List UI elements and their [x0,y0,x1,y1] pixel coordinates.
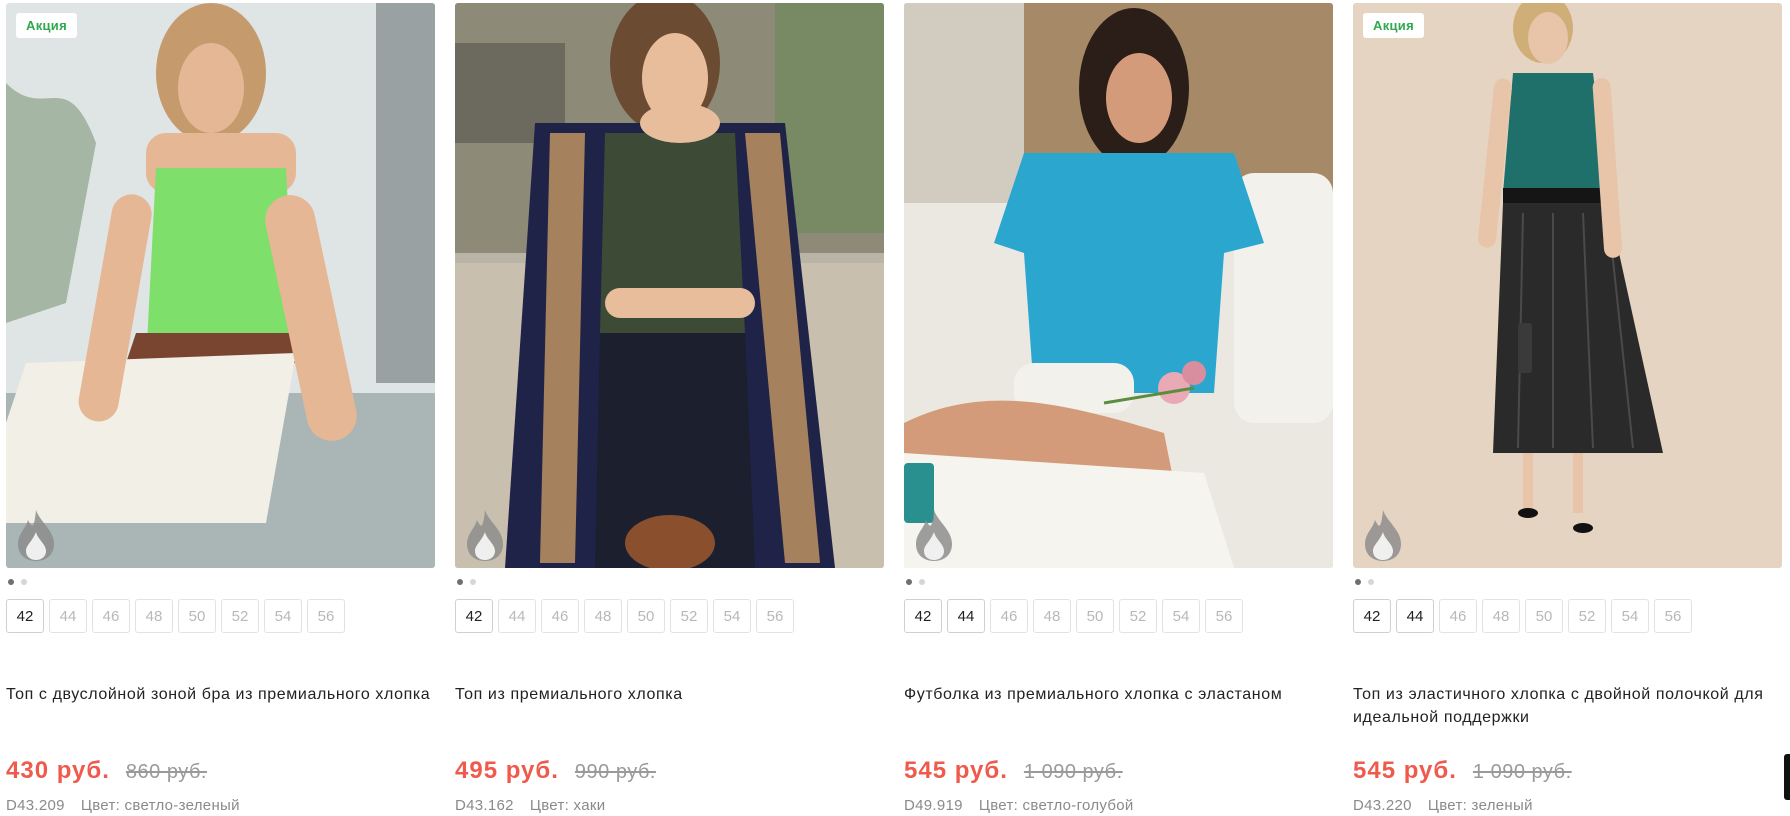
size-selector: 42 44 46 48 50 52 54 56 [6,599,435,633]
fire-icon [18,510,54,561]
size-option[interactable]: 56 [1205,599,1243,633]
size-option[interactable]: 50 [178,599,216,633]
product-card[interactable]: Акция 42 44 46 48 50 52 54 56 Топ с двус… [6,3,435,814]
size-option[interactable]: 52 [670,599,708,633]
pagination-dot[interactable] [919,579,925,585]
size-option[interactable]: 56 [756,599,794,633]
old-price: 860 руб. [125,761,207,783]
old-price: 990 руб. [574,761,656,783]
product-title[interactable]: Топ из премиального хлопка [455,683,884,749]
size-option[interactable]: 44 [49,599,87,633]
size-option[interactable]: 42 [455,599,493,633]
pagination-dot[interactable] [8,579,14,585]
old-price: 1 090 руб. [1023,761,1123,783]
promo-badge: Акция [1363,13,1424,38]
size-option[interactable]: 48 [1482,599,1520,633]
image-pagination [906,579,1333,586]
photo-illustration [455,3,884,568]
size-option[interactable]: 54 [1162,599,1200,633]
size-option[interactable]: 54 [713,599,751,633]
size-option[interactable]: 46 [541,599,579,633]
price-block: 495 руб. 990 руб. [455,757,884,785]
size-selector: 42 44 46 48 50 52 54 56 [1353,599,1782,633]
product-photo[interactable] [904,3,1333,568]
sale-price: 495 руб. [455,757,559,784]
size-option[interactable]: 44 [498,599,536,633]
size-option[interactable]: 52 [221,599,259,633]
fire-icon [1365,510,1401,561]
fire-icon [467,510,503,561]
photo-illustration [904,3,1333,568]
size-option[interactable]: 48 [135,599,173,633]
size-option[interactable]: 42 [6,599,44,633]
size-option[interactable]: 52 [1568,599,1606,633]
product-color: Цвет: светло-голубой [978,797,1134,814]
scrollbar-thumb[interactable] [1784,754,1790,800]
old-price: 1 090 руб. [1472,761,1572,783]
product-sku: D43.209 [6,797,65,814]
size-selector: 42 44 46 48 50 52 54 56 [455,599,884,633]
pagination-dot[interactable] [906,579,912,585]
product-meta: D43.162 Цвет: хаки [455,797,884,814]
image-pagination [8,579,435,586]
size-option[interactable]: 52 [1119,599,1157,633]
size-option[interactable]: 48 [584,599,622,633]
size-selector: 42 44 46 48 50 52 54 56 [904,599,1333,633]
product-grid: Акция 42 44 46 48 50 52 54 56 Топ с двус… [6,3,1782,814]
product-card[interactable]: 42 44 46 48 50 52 54 56 Топ из премиальн… [455,3,884,814]
size-option[interactable]: 50 [1525,599,1563,633]
price-block: 545 руб. 1 090 руб. [904,757,1333,785]
size-option[interactable]: 44 [947,599,985,633]
size-option[interactable]: 46 [92,599,130,633]
product-color: Цвет: светло-зеленый [80,797,240,814]
product-card[interactable]: 42 44 46 48 50 52 54 56 Футболка из прем… [904,3,1333,814]
size-option[interactable]: 48 [1033,599,1071,633]
pagination-dot[interactable] [1368,579,1374,585]
pagination-dot[interactable] [457,579,463,585]
photo-illustration [1353,3,1782,568]
product-photo[interactable] [455,3,884,568]
size-option[interactable]: 54 [264,599,302,633]
photo-illustration [6,3,435,568]
sale-price: 545 руб. [1353,757,1457,784]
pagination-dot[interactable] [1355,579,1361,585]
size-option[interactable]: 56 [307,599,345,633]
product-meta: D43.209 Цвет: светло-зеленый [6,797,435,814]
promo-badge: Акция [16,13,77,38]
product-meta: D49.919 Цвет: светло-голубой [904,797,1333,814]
price-block: 430 руб. 860 руб. [6,757,435,785]
product-title[interactable]: Топ из эластичного хлопка с двойной поло… [1353,683,1782,749]
product-photo[interactable]: Акция [1353,3,1782,568]
price-block: 545 руб. 1 090 руб. [1353,757,1782,785]
image-pagination [1355,579,1782,586]
sale-price: 545 руб. [904,757,1008,784]
size-option[interactable]: 42 [1353,599,1391,633]
product-photo[interactable]: Акция [6,3,435,568]
fire-icon [916,510,952,561]
size-option[interactable]: 46 [1439,599,1477,633]
size-option[interactable]: 46 [990,599,1028,633]
product-title[interactable]: Топ с двуслойной зоной бра из премиально… [6,683,435,749]
sale-price: 430 руб. [6,757,110,784]
size-option[interactable]: 50 [627,599,665,633]
pagination-dot[interactable] [21,579,27,585]
product-card[interactable]: Акция 42 44 46 48 50 52 54 56 Топ из эла… [1353,3,1782,814]
size-option[interactable]: 50 [1076,599,1114,633]
product-sku: D49.919 [904,797,963,814]
product-sku: D43.220 [1353,797,1412,814]
size-option[interactable]: 42 [904,599,942,633]
product-sku: D43.162 [455,797,514,814]
product-meta: D43.220 Цвет: зеленый [1353,797,1782,814]
size-option[interactable]: 56 [1654,599,1692,633]
size-option[interactable]: 44 [1396,599,1434,633]
garment [1503,73,1608,193]
product-color: Цвет: хаки [529,797,606,814]
image-pagination [457,579,884,586]
product-title[interactable]: Футболка из премиального хлопка с эласта… [904,683,1333,749]
product-color: Цвет: зеленый [1427,797,1533,814]
size-option[interactable]: 54 [1611,599,1649,633]
pagination-dot[interactable] [470,579,476,585]
